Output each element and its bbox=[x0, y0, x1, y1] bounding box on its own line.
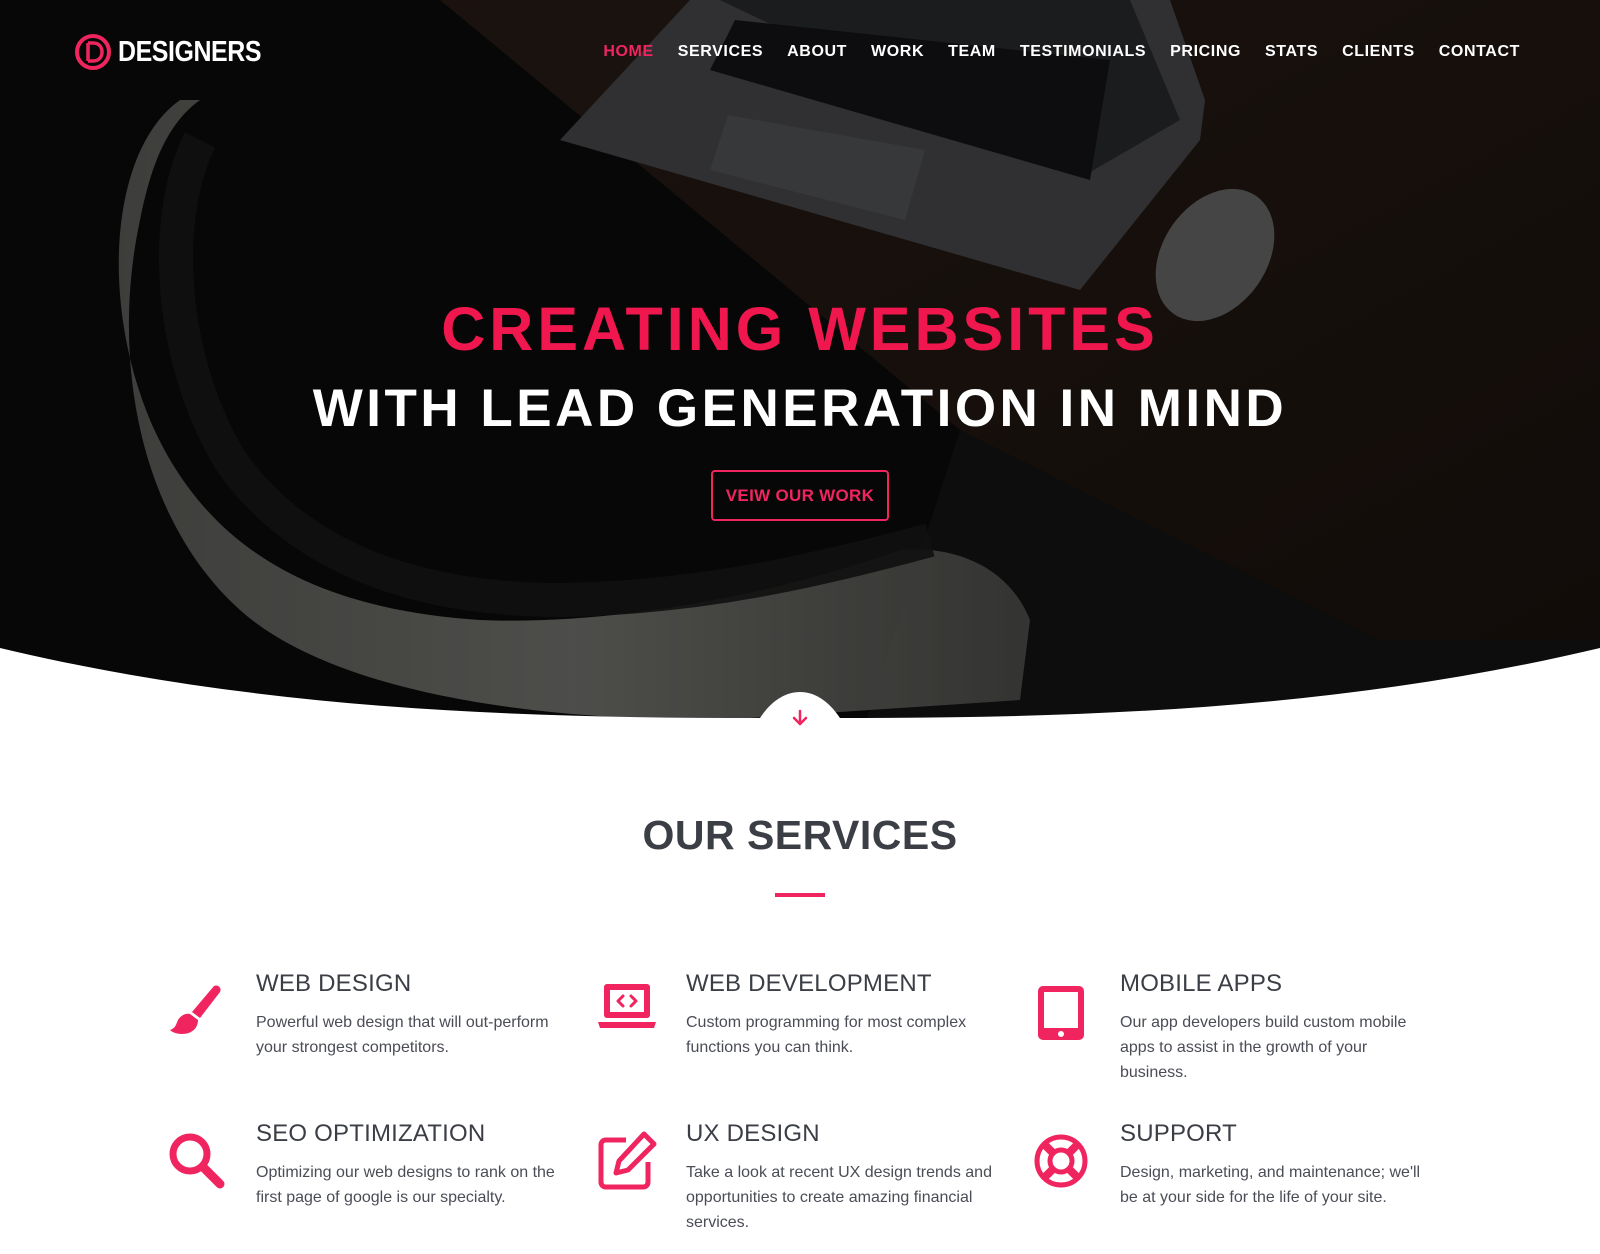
nav-work[interactable]: WORK bbox=[871, 40, 924, 64]
service-desc: Take a look at recent UX design trends a… bbox=[686, 1164, 992, 1231]
logo-d-icon bbox=[75, 34, 111, 70]
service-name: SUPPORT bbox=[1120, 1120, 1237, 1147]
laptop-code-icon bbox=[598, 984, 656, 1028]
nav-home[interactable]: HOME bbox=[603, 40, 653, 64]
title-underline bbox=[775, 893, 825, 897]
hero-subheadline: WITH LEAD GENERATION IN MIND bbox=[312, 379, 1288, 438]
nav-about[interactable]: ABOUT bbox=[787, 40, 847, 64]
main-nav: HOME SERVICES ABOUT WORK TEAM TESTIMONIA… bbox=[579, 40, 1520, 64]
nav-services[interactable]: SERVICES bbox=[678, 40, 763, 64]
arrow-down-icon[interactable] bbox=[784, 708, 816, 730]
service-desc: Design, marketing, and maintenance; we'l… bbox=[1120, 1164, 1421, 1206]
hero-headline: CREATING WEBSITES bbox=[441, 295, 1159, 363]
nav-contact[interactable]: CONTACT bbox=[1439, 40, 1520, 64]
service-name: WEB DEVELOPMENT bbox=[686, 970, 932, 997]
nav-stats[interactable]: STATS bbox=[1265, 40, 1318, 64]
service-name: SEO OPTIMIZATION bbox=[256, 1120, 486, 1147]
service-desc: Optimizing our web designs to rank on th… bbox=[256, 1164, 555, 1206]
nav-testimonials[interactable]: TESTIMONIALS bbox=[1020, 40, 1146, 64]
lifebuoy-icon bbox=[1034, 1134, 1088, 1188]
edit-icon bbox=[598, 1131, 657, 1190]
service-desc: Custom programming for most complex func… bbox=[686, 1014, 967, 1056]
paintbrush-icon bbox=[170, 985, 221, 1034]
nav-clients[interactable]: CLIENTS bbox=[1342, 40, 1415, 64]
hero-curve-divider bbox=[0, 648, 1600, 760]
nav-pricing[interactable]: PRICING bbox=[1170, 40, 1241, 64]
search-icon bbox=[169, 1133, 225, 1189]
service-desc: Our app developers build custom mobile a… bbox=[1120, 1014, 1407, 1081]
view-work-button[interactable]: VEIW OUR WORK bbox=[711, 470, 889, 521]
services-title: OUR SERVICES bbox=[642, 812, 958, 858]
logo[interactable]: DESIGNERS bbox=[74, 32, 284, 72]
service-name: UX DESIGN bbox=[686, 1120, 820, 1147]
service-name: WEB DESIGN bbox=[256, 970, 412, 997]
logo-text: DESIGNERS bbox=[118, 35, 262, 68]
nav-team[interactable]: TEAM bbox=[948, 40, 996, 64]
service-name: MOBILE APPS bbox=[1120, 970, 1283, 997]
tablet-icon bbox=[1038, 986, 1084, 1040]
navbar: DESIGNERS HOME SERVICES ABOUT WORK TEAM … bbox=[0, 0, 1600, 104]
service-desc: Powerful web design that will out-perfor… bbox=[256, 1014, 549, 1056]
